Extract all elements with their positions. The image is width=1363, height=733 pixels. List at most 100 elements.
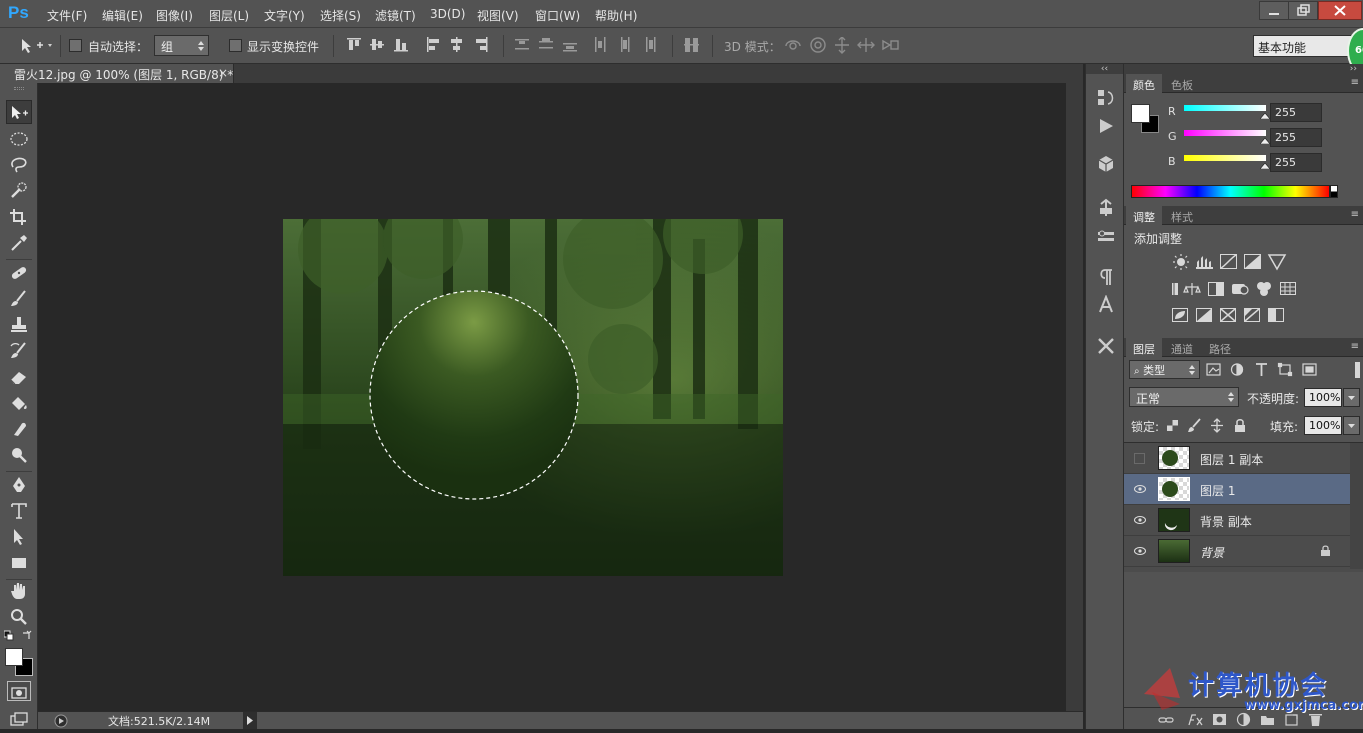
align-hcenter-icon[interactable] <box>451 37 462 52</box>
distribute-top-icon[interactable] <box>515 39 529 50</box>
move-tool[interactable] <box>6 100 32 124</box>
blue-slider[interactable] <box>1184 155 1266 161</box>
minimize-button[interactable] <box>1259 1 1289 20</box>
crop-tool[interactable] <box>6 205 32 229</box>
move-tool-preset[interactable] <box>20 37 56 55</box>
align-top-icon[interactable] <box>347 38 361 50</box>
eye-icon[interactable] <box>1134 545 1146 557</box>
3d-drag-icon[interactable] <box>835 37 849 54</box>
color-lookup-icon[interactable] <box>1280 282 1296 296</box>
black-white-swatch[interactable] <box>1330 185 1338 198</box>
eraser-tool[interactable] <box>6 365 32 389</box>
quick-select-tool[interactable] <box>6 179 32 203</box>
shape-tool[interactable] <box>6 551 32 575</box>
layer-row[interactable]: 图层 1 副本 <box>1124 443 1350 474</box>
history-brush-tool[interactable] <box>6 339 32 363</box>
tool-presets-icon[interactable] <box>1096 198 1116 218</box>
posterize-icon[interactable] <box>1196 308 1212 322</box>
tab-paths[interactable]: 路径 <box>1202 338 1238 357</box>
align-bottom-icon[interactable] <box>394 39 408 52</box>
tab-adjustments[interactable]: 调整 <box>1126 206 1162 225</box>
curves-icon[interactable] <box>1220 254 1237 269</box>
menu-file[interactable]: 文件(F) <box>47 7 87 24</box>
menu-image[interactable]: 图像(I) <box>156 7 193 24</box>
menu-window[interactable]: 窗口(W) <box>535 7 580 24</box>
close-tab-icon[interactable]: × <box>218 66 228 80</box>
3d-scale-icon[interactable] <box>882 39 899 51</box>
red-value-field[interactable]: 255 <box>1270 103 1322 122</box>
restore-button[interactable] <box>1288 1 1318 20</box>
red-slider[interactable] <box>1184 105 1266 111</box>
invert-icon[interactable] <box>1172 308 1188 322</box>
channel-mixer-icon[interactable] <box>1257 282 1271 296</box>
zoom-tool[interactable] <box>6 605 32 629</box>
3d-rotate-icon[interactable] <box>785 40 801 50</box>
vibrance-icon[interactable] <box>1267 254 1287 271</box>
document-image[interactable] <box>283 219 783 576</box>
dock-collapse-icon[interactable]: ‹‹ <box>1086 64 1123 74</box>
tools-panel-icon[interactable] <box>1096 336 1116 356</box>
character-panel-icon[interactable] <box>1096 295 1116 315</box>
lasso-tool[interactable] <box>6 153 32 177</box>
screen-mode-button[interactable] <box>6 709 32 733</box>
status-expand-button[interactable] <box>243 712 257 729</box>
selective-color-icon[interactable] <box>1244 308 1260 322</box>
lock-pixels-icon[interactable] <box>1188 418 1201 432</box>
layer-row[interactable]: 背景 副本 <box>1124 505 1350 536</box>
slider-thumb-icon[interactable] <box>1260 162 1270 169</box>
distribute-hcenter-icon[interactable] <box>621 37 630 52</box>
layer-row-selected[interactable]: 图层 1 <box>1124 474 1350 505</box>
path-selection-tool[interactable] <box>6 525 32 549</box>
type-tool[interactable] <box>6 499 32 523</box>
eyedropper-tool[interactable] <box>6 231 32 255</box>
slider-thumb-icon[interactable] <box>1260 112 1270 119</box>
hue-saturation-icon[interactable] <box>1172 283 1178 295</box>
hand-tool[interactable] <box>6 579 32 603</box>
close-button[interactable] <box>1318 1 1362 20</box>
pen-tool[interactable] <box>6 473 32 497</box>
layer-style-fx-icon[interactable] <box>1188 714 1203 726</box>
distribute-bottom-icon[interactable] <box>563 43 577 52</box>
color-balance-icon[interactable] <box>1183 283 1201 295</box>
workspace-switcher[interactable]: 基本功能 <box>1253 35 1353 57</box>
slider-thumb-icon[interactable] <box>1260 137 1270 144</box>
swap-colors-icon[interactable] <box>23 630 32 639</box>
distribute-vcenter-icon[interactable] <box>539 38 553 49</box>
panel-menu-icon[interactable]: ≡ <box>1351 341 1359 352</box>
levels-icon[interactable] <box>1196 256 1213 269</box>
menu-filter[interactable]: 滤镜(T) <box>375 7 416 24</box>
auto-select-checkbox[interactable] <box>69 39 82 52</box>
brightness-icon[interactable] <box>1173 254 1189 270</box>
vertical-scrollbar[interactable] <box>1066 83 1083 711</box>
layer-row[interactable]: 背景 <box>1124 536 1350 567</box>
new-group-icon[interactable] <box>1261 716 1274 725</box>
clone-stamp-tool[interactable] <box>6 313 32 337</box>
default-colors-icon[interactable] <box>4 630 14 641</box>
opacity-field[interactable]: 100% <box>1304 388 1342 407</box>
filter-toggle-switch[interactable] <box>1355 362 1360 378</box>
filter-shape-icon[interactable] <box>1277 362 1293 377</box>
filter-pixel-icon[interactable] <box>1206 363 1221 376</box>
document-tab[interactable]: 雷火12.jpg @ 100% (图层 1, RGB/8) * <box>0 64 234 83</box>
distribute-left-icon[interactable] <box>595 37 606 52</box>
photo-filter-icon[interactable] <box>1232 284 1249 295</box>
threshold-icon[interactable] <box>1220 308 1236 322</box>
panel-menu-icon[interactable]: ≡ <box>1351 77 1359 88</box>
lock-transparency-icon[interactable] <box>1167 420 1178 431</box>
green-value-field[interactable]: 255 <box>1270 128 1322 147</box>
history-panel-icon[interactable] <box>1096 88 1116 108</box>
lock-position-icon[interactable] <box>1211 418 1223 433</box>
new-adjustment-icon[interactable] <box>1236 712 1251 727</box>
delete-layer-icon[interactable] <box>1309 714 1322 726</box>
dodge-tool[interactable] <box>6 443 32 467</box>
tab-channels[interactable]: 通道 <box>1164 338 1200 357</box>
color-spectrum-bar[interactable] <box>1131 185 1330 198</box>
tools-grip[interactable] <box>14 87 24 90</box>
layer-list-scrollbar[interactable] <box>1350 443 1363 569</box>
tab-layers[interactable]: 图层 <box>1126 338 1162 357</box>
menu-view[interactable]: 视图(V) <box>477 7 519 24</box>
filter-type-icon[interactable] <box>1256 363 1267 376</box>
tab-color[interactable]: 颜色 <box>1126 74 1162 93</box>
3d-roll-icon[interactable] <box>810 37 826 53</box>
auto-align-icon[interactable] <box>684 37 702 55</box>
